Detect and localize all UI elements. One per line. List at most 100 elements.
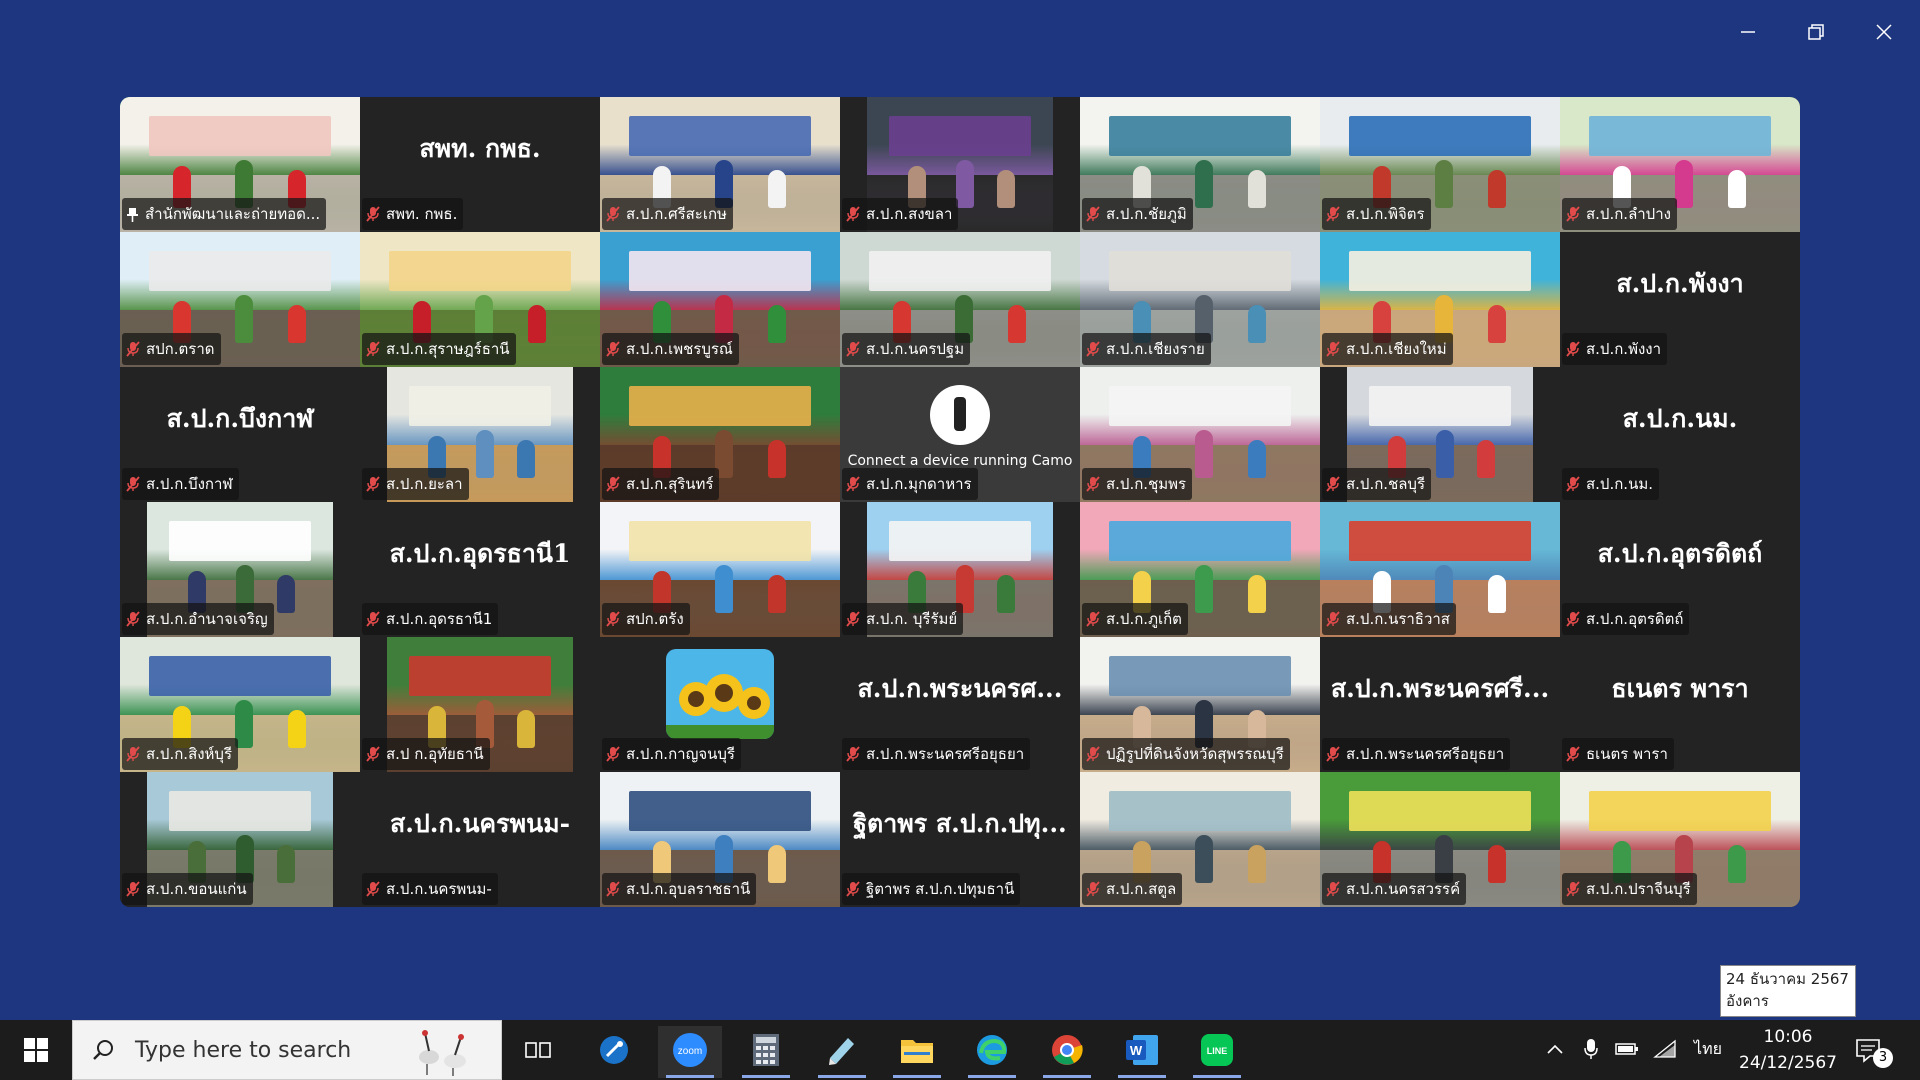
wifi-tray-button[interactable] — [1652, 1036, 1678, 1062]
line-taskbar-button[interactable]: LINE — [1185, 1026, 1249, 1078]
participant-tile[interactable]: ส.ป.ก.เพชรบูรณ์ — [600, 232, 840, 367]
muted-mic-icon — [846, 206, 860, 222]
participant-tile[interactable]: ส.ป.ก.พระนครศ... ส.ป.ก.พระนครศรีอยุธยา — [840, 637, 1080, 772]
camo-icon — [930, 385, 990, 445]
participant-name: ฐิตาพร ส.ป.ก.ปทุมธานี — [866, 880, 1015, 898]
participant-tile[interactable]: ส.ป.ก.ชลบุรี — [1320, 367, 1560, 502]
participant-name-label: ส.ป.ก.สงขลา — [842, 198, 959, 230]
restore-icon — [1808, 24, 1824, 40]
participant-tile[interactable]: ส.ป.ก.ปราจีนบุรี — [1560, 772, 1800, 907]
browser-shortcut-taskbar-button[interactable] — [582, 1026, 646, 1078]
muted-mic-icon — [1326, 206, 1340, 222]
participant-tile[interactable]: ส.ป.ก.ภูเก็ต — [1080, 502, 1320, 637]
participant-tile[interactable]: ส.ป.ก.ยะลา — [360, 367, 600, 502]
task-view-taskbar-button[interactable] — [506, 1026, 570, 1078]
participant-tile[interactable]: ฐิตาพร ส.ป.ก.ปทุ... ฐิตาพร ส.ป.ก.ปทุมธาน… — [840, 772, 1080, 907]
file-explorer-taskbar-button[interactable] — [885, 1026, 949, 1078]
participant-tile[interactable]: ส.ป.ก. บุรีรัมย์ — [840, 502, 1080, 637]
muted-mic-icon — [1086, 341, 1100, 357]
camo-message: Connect a device running Camo — [847, 453, 1073, 469]
participant-tile[interactable]: ส.ป.ก.อุตรดิตถ์ ส.ป.ก.อุตรดิตถ์ — [1560, 502, 1800, 637]
participant-tile[interactable]: ส.ป.ก.สุรินทร์ — [600, 367, 840, 502]
participant-name-label: ส.ป.ก.เพชรบูรณ์ — [602, 333, 739, 365]
show-hidden-icons-button[interactable] — [1542, 1036, 1568, 1062]
participant-tile[interactable]: ส.ป.ก.สุราษฎร์ธานี — [360, 232, 600, 367]
restore-button[interactable] — [1786, 12, 1846, 52]
participant-name-label: ส.ป.ก.อุดรธานี1 — [362, 603, 499, 635]
battery-tray-button[interactable] — [1614, 1036, 1640, 1062]
participant-tile[interactable]: ส.ป.ก.พังงา ส.ป.ก.พังงา — [1560, 232, 1800, 367]
participant-display-name: ฐิตาพร ส.ป.ก.ปทุ... — [853, 808, 1067, 838]
clock-button[interactable]: 10:06 24/12/2567 — [1738, 1024, 1838, 1076]
close-button[interactable] — [1854, 12, 1914, 52]
participant-name: สำนักพัฒนาและถ่ายทอด... — [145, 205, 321, 223]
participant-tile[interactable]: ส.ป.ก.กาญจนบุรี — [600, 637, 840, 772]
participant-tile[interactable]: ส.ป.ก.นราธิวาส — [1320, 502, 1560, 637]
participant-tile[interactable]: Connect a device running Camo ส.ป.ก.มุกด… — [840, 367, 1080, 502]
microphone-tray-button[interactable] — [1578, 1036, 1604, 1062]
participant-name: ส.ป.ก.ศรีสะเกษ — [626, 205, 727, 223]
zoom-taskbar-button[interactable]: zoom — [658, 1026, 722, 1078]
participant-name-label: ส.ป.ก.อำนาจเจริญ — [122, 603, 274, 635]
participant-tile[interactable]: สปก.ตราด — [120, 232, 360, 367]
participant-tile[interactable]: ส.ป.ก.พิจิตร — [1320, 97, 1560, 232]
word-taskbar-button[interactable]: W — [1110, 1026, 1174, 1078]
muted-mic-icon — [366, 206, 380, 222]
participant-tile[interactable]: สำนักพัฒนาและถ่ายทอด... — [120, 97, 360, 232]
participant-tile[interactable]: ส.ป.ก.นม. ส.ป.ก.นม. — [1560, 367, 1800, 502]
participant-tile[interactable]: ส.ป.ก.อุบลราชธานี — [600, 772, 840, 907]
edge-taskbar-button[interactable] — [960, 1026, 1024, 1078]
participant-name: ส.ป.ก.ขอนแก่น — [146, 880, 247, 898]
participant-tile[interactable]: ธเนตร พารา ธเนตร พารา — [1560, 637, 1800, 772]
start-button[interactable] — [0, 1020, 72, 1080]
input-language-button[interactable]: ไทย — [1690, 1036, 1726, 1062]
participant-tile[interactable]: ปฏิรูปที่ดินจังหวัดสุพรรณบุรี — [1080, 637, 1320, 772]
participant-tile[interactable]: ส.ป.ก.บึงกาฬ ส.ป.ก.บึงกาฬ — [120, 367, 360, 502]
participant-tile[interactable]: ส.ป.ก.ลำปาง — [1560, 97, 1800, 232]
participant-name: ส.ป.ก.พระนครศรีอยุธยา — [1346, 745, 1505, 763]
participant-tile[interactable]: ส.ป.ก.นครปฐม — [840, 232, 1080, 367]
chrome-taskbar-button[interactable] — [1035, 1026, 1099, 1078]
muted-mic-icon — [1326, 881, 1340, 897]
participant-tile[interactable]: ส.ป.ก.เชียงใหม่ — [1320, 232, 1560, 367]
calculator-taskbar-button[interactable] — [734, 1026, 798, 1078]
participant-name: ส.ป.ก.พิจิตร — [1346, 205, 1425, 223]
participant-tile[interactable]: ส.ป.ก.ชัยภูมิ — [1080, 97, 1320, 232]
participant-display-name: ส.ป.ก.นม. — [1622, 403, 1738, 433]
participant-tile[interactable]: ส.ป.ก.พระนครศรี... ส.ป.ก.พระนครศรีอยุธยา — [1320, 637, 1560, 772]
muted-mic-icon — [1086, 611, 1100, 627]
participant-name-label: ส.ป.ก.นม. — [1562, 468, 1659, 500]
participant-name-label: ส.ป.ก.สุราษฎร์ธานี — [362, 333, 516, 365]
chrome-icon — [1050, 1033, 1084, 1071]
muted-mic-icon — [1326, 611, 1340, 627]
participant-tile[interactable]: ส.ป.ก.ขอนแก่น — [120, 772, 360, 907]
muted-mic-icon — [606, 611, 620, 627]
participant-tile[interactable]: สพท. กพธ. สพท. กพธ. — [360, 97, 600, 232]
participant-tile[interactable]: ส.ป.ก.อุดรธานี1 ส.ป.ก.อุดรธานี1 — [360, 502, 600, 637]
participant-tile[interactable]: ส.ป ก.อุทัยธานี — [360, 637, 600, 772]
browser-shortcut-icon — [598, 1034, 630, 1070]
participant-name: ส.ป.ก.ยะลา — [386, 475, 463, 493]
participant-tile[interactable]: ส.ป.ก.อำนาจเจริญ — [120, 502, 360, 637]
participant-name: ส.ป.ก.สุรินทร์ — [626, 475, 714, 493]
minimize-button[interactable] — [1718, 12, 1778, 52]
notepad-taskbar-button[interactable] — [810, 1026, 874, 1078]
participant-tile[interactable]: ส.ป.ก.ศรีสะเกษ — [600, 97, 840, 232]
participant-tile[interactable]: ส.ป.ก.นครพนม- ส.ป.ก.นครพนม- — [360, 772, 600, 907]
taskbar: Type here to search zoom W LINE ไทย 10:06 … — [0, 1020, 1920, 1080]
participant-tile[interactable]: ส.ป.ก.เชียงราย — [1080, 232, 1320, 367]
participant-display-name: ส.ป.ก.พังงา — [1616, 268, 1744, 298]
running-indicator — [666, 1075, 714, 1078]
participant-tile[interactable]: ส.ป.ก.สตูล — [1080, 772, 1320, 907]
participant-tile[interactable]: ส.ป.ก.สิงห์บุรี — [120, 637, 360, 772]
participant-tile[interactable]: สปก.ตรัง — [600, 502, 840, 637]
participant-tile[interactable]: ส.ป.ก.สงขลา — [840, 97, 1080, 232]
participant-tile[interactable]: ส.ป.ก.นครสวรรค์ — [1320, 772, 1560, 907]
participant-name-label: ส.ป.ก.อุตรดิตถ์ — [1562, 603, 1690, 635]
participant-name: ส.ป.ก.อุบลราชธานี — [626, 880, 751, 898]
cranes-icon — [419, 1030, 466, 1076]
participant-tile[interactable]: ส.ป.ก.ชุมพร — [1080, 367, 1320, 502]
word-icon: W — [1125, 1034, 1159, 1070]
taskbar-search-box[interactable]: Type here to search — [72, 1020, 502, 1080]
muted-mic-icon — [1086, 746, 1100, 762]
